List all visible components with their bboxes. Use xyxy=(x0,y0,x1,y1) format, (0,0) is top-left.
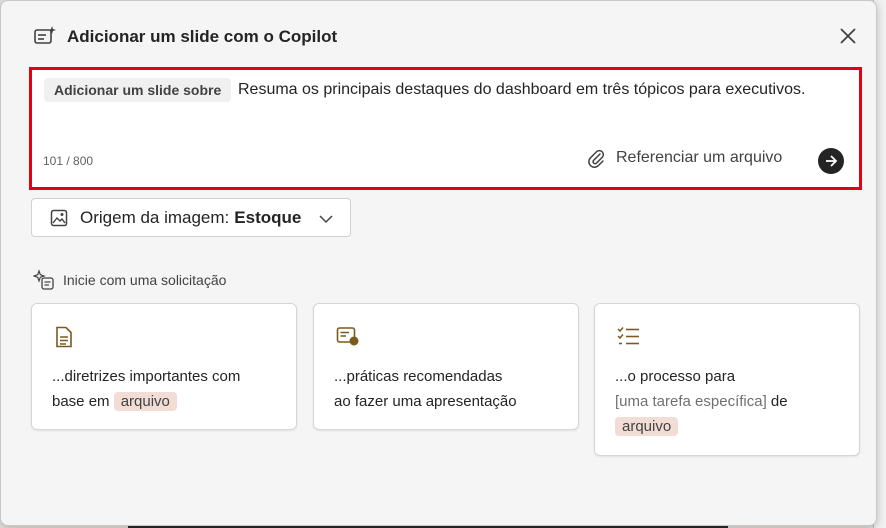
image-source-dropdown[interactable]: Origem da imagem: Estoque xyxy=(31,198,351,237)
reference-file-button[interactable]: Referenciar um arquivo xyxy=(586,148,782,168)
suggestions-heading: Inicie com uma solicitação xyxy=(63,272,227,288)
prompt-prefix-chip: Adicionar um slide sobre xyxy=(44,78,232,102)
suggestion-card-guidelines[interactable]: ...diretrizes importantes com base em ar… xyxy=(31,303,297,430)
copilot-add-slide-dialog: Adicionar um slide com o Copilot Adicion… xyxy=(0,0,877,526)
suggestion-card-text: ...práticas recomendadas ao fazer uma ap… xyxy=(334,364,564,414)
suggestion-card-text: ...diretrizes importantes com base em ar… xyxy=(52,364,282,414)
card-line: ...o processo para xyxy=(615,368,736,385)
card-line: ao fazer uma apresentação xyxy=(334,393,517,410)
reference-file-label: Referenciar um arquivo xyxy=(616,149,783,166)
card-line: de xyxy=(766,393,788,410)
send-button[interactable] xyxy=(818,148,844,174)
suggestion-card-text: ...o processo para [uma tarefa específic… xyxy=(615,364,845,439)
presenter-icon xyxy=(336,327,359,346)
character-counter: 101 / 800 xyxy=(43,154,94,168)
dialog-header: Adicionar um slide com o Copilot xyxy=(33,23,337,51)
arrow-right-icon xyxy=(826,155,838,167)
prompt-text[interactable]: Resuma os principais destaques do dashbo… xyxy=(238,81,805,99)
close-icon[interactable] xyxy=(837,25,859,47)
suggestion-card-best-practices[interactable]: ...práticas recomendadas ao fazer uma ap… xyxy=(313,303,579,430)
suggestions-heading-row: Inicie com uma solicitação xyxy=(33,269,226,291)
card-line: ...práticas recomendadas xyxy=(334,368,503,385)
document-icon xyxy=(56,326,72,348)
sparkle-prompt-icon xyxy=(33,269,54,290)
checklist-icon xyxy=(617,327,639,345)
prompt-input-area[interactable]: Adicionar um slide sobre Resuma os princ… xyxy=(29,67,862,190)
file-tag: arquivo xyxy=(615,417,679,436)
task-placeholder: [uma tarefa específica] xyxy=(615,393,767,410)
file-tag: arquivo xyxy=(113,392,177,411)
dialog-title: Adicionar um slide com o Copilot xyxy=(67,27,338,46)
image-icon xyxy=(50,209,68,226)
chevron-down-icon xyxy=(319,215,333,224)
paperclip-icon xyxy=(588,149,604,168)
suggestion-card-process[interactable]: ...o processo para [uma tarefa específic… xyxy=(594,303,860,456)
copilot-slide-icon xyxy=(34,26,56,44)
image-source-label: Origem da imagem: xyxy=(80,207,230,227)
card-line: base em xyxy=(52,393,114,410)
card-line: ...diretrizes importantes com xyxy=(52,368,241,385)
image-source-value: Estoque xyxy=(234,207,302,227)
